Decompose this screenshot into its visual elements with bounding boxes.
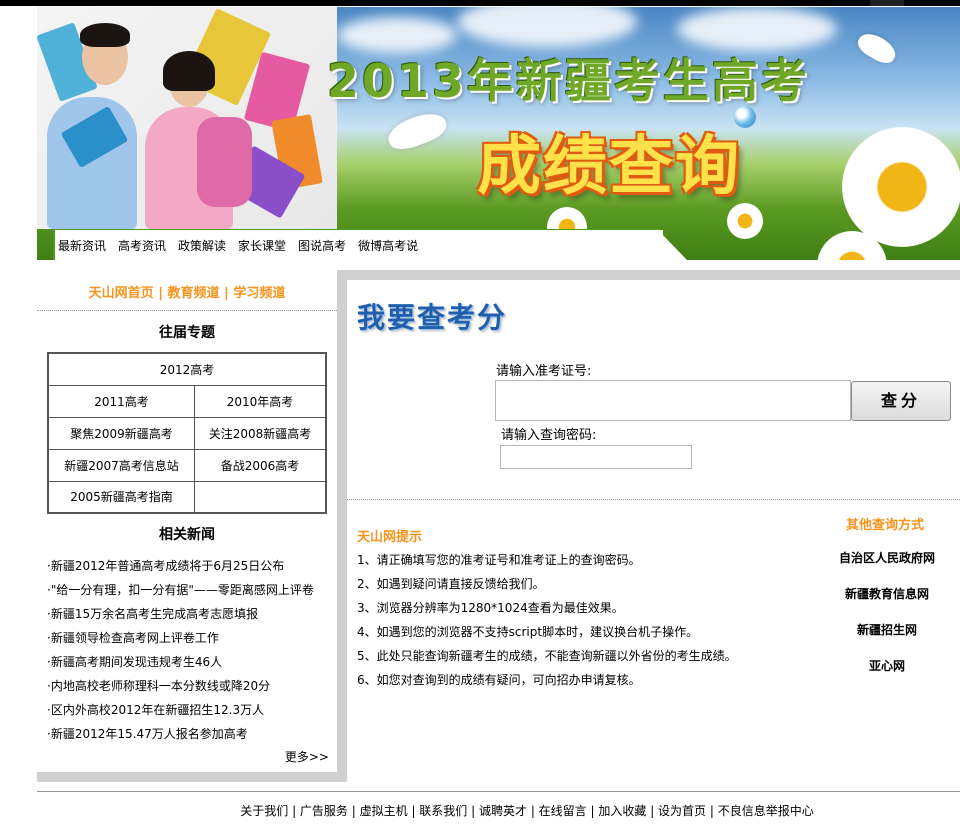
news-item[interactable]: ·新疆2012年普通高考成绩将于6月25日公布 bbox=[47, 554, 337, 578]
top-bar bbox=[0, 0, 960, 6]
topics-title: 往届专题 bbox=[159, 325, 215, 341]
link-xinjiang-gov[interactable]: 自治区人民政府网 bbox=[817, 548, 957, 584]
footer-separator: | bbox=[586, 804, 599, 818]
link-separator: | bbox=[219, 286, 234, 301]
footer-hosting[interactable]: 虚拟主机 bbox=[360, 804, 408, 818]
column-separator bbox=[337, 270, 347, 782]
footer-about[interactable]: 关于我们 bbox=[240, 804, 288, 818]
exam-number-input[interactable] bbox=[495, 380, 851, 421]
tip-item: 6、如您对查询到的成绩有疑问，可向招办申请复核。 bbox=[357, 673, 641, 687]
footer-separator: | bbox=[467, 804, 479, 818]
footer-separator: | bbox=[407, 804, 420, 818]
news-item[interactable]: ·"给一分有理，扣一分有据"——零距离感网上评卷 bbox=[47, 578, 337, 602]
footer-separator: | bbox=[646, 804, 659, 818]
past-topics-table: 2012高考 2011高考 2010年高考 聚焦2009新疆高考 关注2008新… bbox=[47, 352, 327, 514]
footer-contact[interactable]: 联系我们 bbox=[419, 804, 467, 818]
query-title: 我要查考分 bbox=[357, 301, 508, 334]
more-news-link[interactable]: 更多>> bbox=[285, 748, 329, 765]
nav-item-gaokao-news[interactable]: 高考资讯 bbox=[118, 237, 166, 254]
tip-item: 4、如遇到您的浏览器不支持script脚本时，建议换台机子操作。 bbox=[357, 625, 699, 639]
link-education[interactable]: 教育频道 bbox=[167, 286, 219, 301]
news-item[interactable]: ·新疆15万余名高考生完成高考志愿填报 bbox=[47, 602, 337, 626]
daisy-decoration bbox=[727, 203, 763, 239]
news-item[interactable]: ·区内外高校2012年在新疆招生12.3万人 bbox=[47, 698, 337, 722]
tips-list: 1、请正确填写您的准考证号和准考证上的查询密码。 2、如遇到疑问请直接反馈给我们… bbox=[357, 548, 737, 692]
left-column: 天山网首页 | 教育频道 | 学习频道 往届专题 2012高考 2011高考 2… bbox=[37, 270, 347, 782]
students-photo bbox=[37, 7, 337, 229]
topic-2011[interactable]: 2011高考 bbox=[47, 384, 196, 418]
other-methods-title: 其他查询方式 bbox=[845, 518, 924, 533]
nav-bar-slant bbox=[657, 229, 687, 260]
footer-ads[interactable]: 广告服务 bbox=[300, 804, 348, 818]
exam-number-label: 请输入准考证号: bbox=[496, 364, 592, 379]
news-title: 相关新闻 bbox=[159, 527, 215, 543]
dove-icon bbox=[384, 107, 450, 155]
footer-message[interactable]: 在线留言 bbox=[539, 804, 587, 818]
topic-2008[interactable]: 关注2008新疆高考 bbox=[194, 416, 327, 450]
tip-item: 2、如遇到疑问请直接反馈给我们。 bbox=[357, 577, 545, 591]
news-item[interactable]: ·内地高校老师称理科一本分数线或降20分 bbox=[47, 674, 337, 698]
daisy-decoration bbox=[842, 127, 960, 247]
site-links: 天山网首页 | 教育频道 | 学习频道 bbox=[37, 282, 337, 301]
footer-jobs[interactable]: 诚聘英才 bbox=[479, 804, 527, 818]
dotted-divider bbox=[347, 499, 960, 500]
password-label: 请输入查询密码: bbox=[501, 428, 597, 443]
topic-2010[interactable]: 2010年高考 bbox=[194, 384, 327, 418]
news-item[interactable]: ·新疆高考期间发现违规考生46人 bbox=[47, 650, 337, 674]
top-bar-strip bbox=[870, 0, 904, 6]
topic-2012[interactable]: 2012高考 bbox=[47, 352, 327, 386]
link-tianshan-home[interactable]: 天山网首页 bbox=[89, 286, 154, 301]
tip-item: 1、请正确填写您的准考证号和准考证上的查询密码。 bbox=[357, 553, 641, 567]
news-item[interactable]: ·新疆2012年15.47万人报名参加高考 bbox=[47, 722, 337, 746]
tip-item: 3、浏览器分辨率为1280*1024查看为最佳效果。 bbox=[357, 601, 624, 615]
student-girl-hair bbox=[163, 51, 215, 91]
footer-bookmark[interactable]: 加入收藏 bbox=[598, 804, 646, 818]
dotted-divider bbox=[37, 310, 337, 311]
link-yaxin[interactable]: 亚心网 bbox=[817, 656, 957, 692]
nav-item-policy[interactable]: 政策解读 bbox=[178, 237, 226, 254]
topic-2005[interactable]: 2005新疆高考指南 bbox=[47, 480, 196, 514]
banner-title-query: 成绩查询 bbox=[477, 130, 741, 204]
footer-divider bbox=[37, 791, 960, 792]
footer-links: 关于我们 | 广告服务 | 虚拟主机 | 联系我们 | 诚聘英才 | 在线留言 … bbox=[0, 802, 960, 819]
footer-separator: | bbox=[706, 804, 718, 818]
banner: 2013年新疆考生高考 成绩查询 最新资讯 高考资讯 政策解读 家长课堂 图说高… bbox=[37, 7, 960, 260]
orb-icon bbox=[734, 106, 756, 128]
dove-icon bbox=[854, 28, 900, 68]
topic-2007[interactable]: 新疆2007高考信息站 bbox=[47, 448, 196, 482]
related-news-list: ·新疆2012年普通高考成绩将于6月25日公布 ·"给一分有理，扣一分有据"——… bbox=[47, 554, 337, 746]
nav-bar: 最新资讯 高考资讯 政策解读 家长课堂 图说高考 微博高考说 bbox=[53, 229, 663, 260]
topic-2009[interactable]: 聚焦2009新疆高考 bbox=[47, 416, 196, 450]
link-admission[interactable]: 新疆招生网 bbox=[817, 620, 957, 656]
student-boy-hair bbox=[80, 23, 130, 47]
link-study[interactable]: 学习频道 bbox=[233, 286, 285, 301]
link-separator: | bbox=[153, 286, 168, 301]
news-item[interactable]: ·新疆领导检查高考网上评卷工作 bbox=[47, 626, 337, 650]
banner-title-year: 2013年新疆考生高考 bbox=[327, 54, 811, 108]
nav-item-parents[interactable]: 家长课堂 bbox=[238, 237, 286, 254]
cloud bbox=[457, 7, 637, 47]
topic-2006[interactable]: 备战2006高考 bbox=[194, 448, 327, 482]
footer-separator: | bbox=[527, 804, 539, 818]
footer-separator: | bbox=[347, 804, 360, 818]
nav-item-weibo[interactable]: 微博高考说 bbox=[358, 237, 418, 254]
query-panel: 我要查考分 请输入准考证号: 查分 请输入查询密码: 天山网提示 1、请正确填写… bbox=[347, 270, 960, 782]
footer-separator: | bbox=[288, 804, 300, 818]
footer-report[interactable]: 不良信息举报中心 bbox=[718, 804, 814, 818]
tips-title: 天山网提示 bbox=[357, 530, 423, 545]
nav-item-latest[interactable]: 最新资讯 bbox=[58, 237, 106, 254]
query-button[interactable]: 查分 bbox=[851, 381, 951, 421]
backpack bbox=[197, 117, 252, 207]
footer-homepage[interactable]: 设为首页 bbox=[658, 804, 706, 818]
password-input[interactable] bbox=[500, 445, 692, 469]
nav-item-pictures[interactable]: 图说高考 bbox=[298, 237, 346, 254]
topic-empty bbox=[194, 480, 327, 514]
tip-item: 5、此处只能查询新疆考生的成绩，不能查询新疆以外省份的考生成绩。 bbox=[357, 649, 737, 663]
link-education-info[interactable]: 新疆教育信息网 bbox=[817, 584, 957, 620]
other-methods-list: 自治区人民政府网 新疆教育信息网 新疆招生网 亚心网 bbox=[817, 548, 957, 692]
